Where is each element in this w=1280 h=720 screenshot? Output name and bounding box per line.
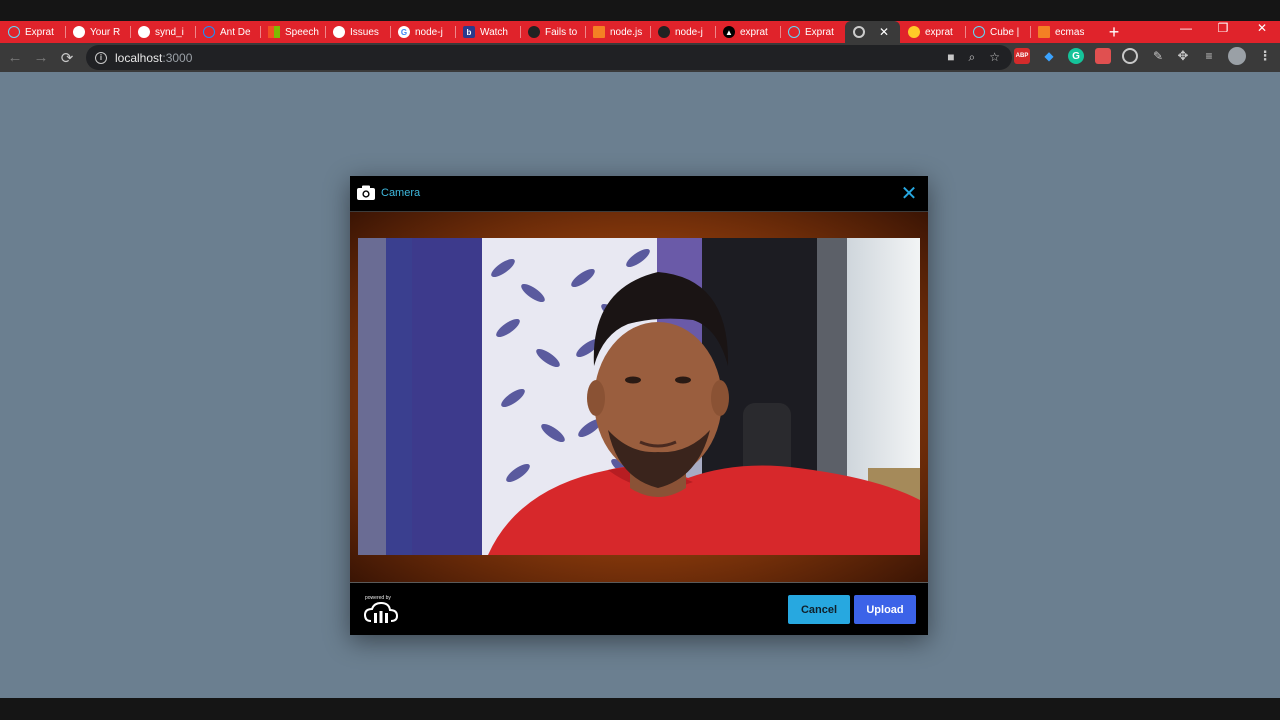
camera-preview-frame (350, 212, 928, 583)
bh-icon: b (463, 26, 475, 38)
omnibox-actions: ■ ⌕ ☆ (947, 50, 1000, 65)
github-icon (333, 26, 345, 38)
browser-tab[interactable]: node-j (650, 21, 715, 43)
stackoverflow-icon (593, 26, 605, 38)
grammarly-extension-icon[interactable]: G (1068, 48, 1084, 64)
modal-footer: powered by Cancel Upload (350, 583, 928, 635)
firebase-icon (908, 26, 920, 38)
react-icon (788, 26, 800, 38)
screen-top-bar (0, 0, 1280, 21)
webcam-video-feed (358, 238, 920, 555)
restore-icon[interactable]: ❐ (1203, 21, 1243, 35)
microsoft-icon (268, 26, 280, 38)
profile-avatar[interactable] (1228, 47, 1246, 65)
extensions-puzzle-icon[interactable]: ✥ (1175, 48, 1191, 64)
browser-tab[interactable]: node.js (585, 21, 650, 43)
bookmark-star-icon[interactable]: ☆ (989, 50, 1000, 65)
minimize-icon[interactable]: — (1166, 21, 1206, 35)
site-info-icon[interactable]: i (95, 51, 107, 64)
close-tab-icon[interactable]: ✕ (879, 25, 889, 39)
ant-design-icon (203, 26, 215, 38)
browser-tab[interactable]: Gnode-j (390, 21, 455, 43)
media-control-icon[interactable]: ≡ (1201, 48, 1217, 64)
cloudinary-logo-icon (364, 601, 398, 623)
github-icon (528, 26, 540, 38)
chrome-menu-icon[interactable]: ⋮ (1257, 48, 1273, 64)
upload-button[interactable]: Upload (854, 595, 916, 624)
modal-title: Camera (381, 187, 421, 199)
browser-tab[interactable]: exprat (900, 21, 965, 43)
address-bar[interactable]: i localhost:3000 ■ ⌕ ☆ (86, 45, 1012, 70)
screen-bottom-bar (0, 698, 1280, 720)
browser-tab[interactable]: ▲ exprat (715, 21, 780, 43)
browser-tab[interactable]: synd_i (130, 21, 195, 43)
google-icon: G (398, 26, 410, 38)
url-text: localhost:3000 (115, 50, 193, 65)
diamond-extension-icon[interactable]: ◆ (1041, 48, 1057, 64)
browser-tab-active[interactable]: ✕ (845, 21, 900, 43)
browser-tab[interactable]: Speech (260, 21, 325, 43)
browser-tab[interactable]: Exprat (780, 21, 845, 43)
browser-tab[interactable]: Exprat (0, 21, 65, 43)
vercel-icon: ▲ (723, 26, 735, 38)
camera-modal: Camera ✕ powered by Cancel Upload (350, 176, 928, 635)
browser-tab[interactable]: Ant De (195, 21, 260, 43)
forward-icon[interactable]: → (28, 45, 54, 71)
zoom-icon[interactable]: ⌕ (969, 50, 976, 65)
browser-tab[interactable]: Issues (325, 21, 390, 43)
modal-header: Camera ✕ (350, 176, 928, 212)
close-icon[interactable]: ✕ (898, 184, 920, 206)
browser-tab[interactable]: Cube | (965, 21, 1030, 43)
new-tab-button[interactable]: + (1099, 21, 1129, 43)
browser-tab[interactable]: Your R (65, 21, 130, 43)
loading-icon (853, 26, 865, 38)
github-icon (658, 26, 670, 38)
browser-tab[interactable]: ecmas (1030, 21, 1095, 43)
pen-extension-icon[interactable]: ✎ (1150, 48, 1166, 64)
camera-icon (357, 185, 375, 200)
cancel-button[interactable]: Cancel (788, 595, 850, 624)
browser-tab[interactable]: b Watch (455, 21, 520, 43)
github-icon (138, 26, 150, 38)
reload-icon[interactable]: ⟳ (54, 45, 80, 71)
camera-permission-icon[interactable]: ■ (947, 50, 954, 65)
screenshot-extension-icon[interactable] (1095, 48, 1111, 64)
browser-toolbar: ← → ⟳ i localhost:3000 ■ ⌕ ☆ (0, 43, 1280, 72)
adblock-extension-icon[interactable]: ABP (1014, 48, 1030, 64)
stackoverflow-icon (1038, 26, 1050, 38)
react-icon (8, 26, 20, 38)
target-extension-icon[interactable] (1122, 48, 1138, 64)
github-icon (73, 26, 85, 38)
window-close-icon[interactable]: ✕ (1242, 21, 1280, 35)
browser-tab[interactable]: Fails to (520, 21, 585, 43)
browser-tab-strip: Exprat Your R synd_i Ant De Speech Issue… (0, 21, 1280, 43)
back-icon[interactable]: ← (2, 45, 28, 71)
react-icon (973, 26, 985, 38)
